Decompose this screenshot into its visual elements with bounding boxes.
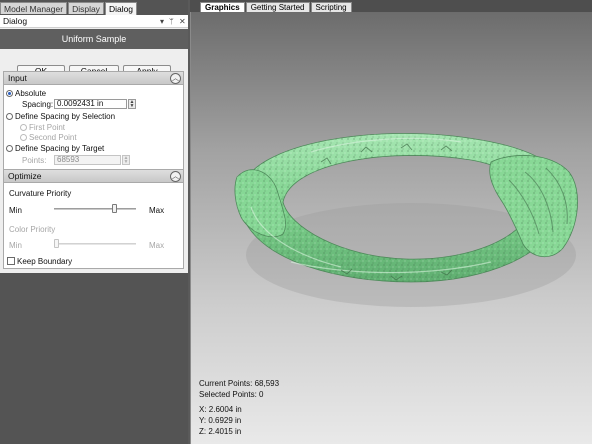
second-point-label: Second Point — [29, 133, 77, 142]
color-max-label: Max — [149, 241, 165, 250]
z-coordinate-readout: Z: 2.4015 in — [199, 427, 242, 436]
collapse-up-icon[interactable]: ︿ — [170, 73, 181, 84]
points-label: Points: — [22, 156, 47, 165]
color-slider-track — [54, 243, 136, 245]
by-selection-label: Define Spacing by Selection — [15, 112, 116, 121]
tab-graphics[interactable]: Graphics — [200, 2, 245, 12]
keep-boundary-checkbox[interactable]: Keep Boundary — [7, 257, 72, 267]
keep-boundary-label: Keep Boundary — [17, 257, 73, 266]
dialog-banner: Uniform Sample — [0, 29, 188, 49]
input-group: Input ︿ Absolute Spacing: 0.0092431 in ▲… — [3, 71, 184, 178]
by-target-label: Define Spacing by Target — [15, 144, 105, 153]
pin-icon[interactable]: ᛘ — [169, 15, 174, 28]
graphics-viewport[interactable]: Current Points: 68,593 Selected Points: … — [190, 12, 592, 444]
spacing-label: Spacing: — [22, 100, 54, 109]
current-points-readout: Current Points: 68,593 — [199, 379, 280, 388]
curvature-slider-track[interactable] — [54, 208, 136, 210]
curvature-slider-thumb[interactable] — [111, 204, 117, 213]
optimize-group: Optimize ︿ Curvature Priority Min Max Co… — [3, 169, 184, 269]
radio-disabled-icon — [20, 124, 27, 131]
dialog-header: Dialog ▾ ᛘ ✕ — [0, 15, 188, 28]
tab-dialog[interactable]: Dialog — [104, 2, 138, 15]
first-point-radio: First Point — [20, 123, 65, 133]
first-point-label: First Point — [29, 123, 66, 132]
absolute-label: Absolute — [15, 89, 47, 98]
checkbox-icon — [7, 257, 15, 265]
x-coordinate-readout: X: 2.6004 in — [199, 405, 242, 414]
selected-points-readout: Selected Points: 0 — [199, 390, 264, 399]
left-panel: Model Manager Display Dialog Dialog ▾ ᛘ … — [0, 0, 188, 444]
tab-getting-started[interactable]: Getting Started — [245, 2, 310, 12]
points-input: 68593 — [54, 155, 121, 165]
y-coordinate-readout: Y: 0.6929 in — [199, 416, 242, 425]
color-min-label: Min — [9, 241, 22, 250]
tab-model-manager[interactable]: Model Manager — [0, 2, 68, 14]
radio-checked-icon — [6, 90, 13, 97]
viewport-tab-bar: Graphics Getting Started Scripting — [200, 2, 353, 12]
radio-disabled-icon — [20, 134, 27, 141]
viewport-area: Graphics Getting Started Scripting Curre… — [190, 0, 592, 444]
curvature-label: Curvature Priority — [9, 189, 72, 198]
input-group-title: Input — [8, 73, 27, 83]
curvature-max-label: Max — [149, 206, 165, 215]
spacing-input[interactable]: 0.0092431 in — [54, 99, 127, 109]
left-tab-bar: Model Manager Display Dialog — [0, 2, 138, 15]
dialog-title: Dialog — [3, 16, 28, 26]
tab-display[interactable]: Display — [68, 2, 104, 14]
radio-unchecked-icon — [6, 145, 13, 152]
close-icon[interactable]: ✕ — [179, 15, 186, 28]
curvature-min-label: Min — [9, 206, 22, 215]
by-target-radio[interactable]: Define Spacing by Target — [6, 144, 104, 154]
dropdown-arrow-icon[interactable]: ▾ — [160, 15, 164, 28]
dialog-panel: Dialog ▾ ᛘ ✕ Uniform Sample OK Cancel Ap… — [0, 15, 188, 273]
color-slider-thumb — [54, 239, 59, 248]
points-spinner: ▲ ▼ — [122, 155, 130, 165]
tab-scripting[interactable]: Scripting — [310, 2, 352, 12]
collapse-up-icon[interactable]: ︿ — [170, 171, 181, 182]
color-priority-label: Color Priority — [9, 225, 56, 234]
by-selection-radio[interactable]: Define Spacing by Selection — [6, 112, 115, 122]
optimize-group-header[interactable]: Optimize ︿ — [4, 170, 183, 183]
absolute-radio[interactable]: Absolute — [6, 89, 46, 99]
input-group-header[interactable]: Input ︿ — [4, 72, 183, 85]
optimize-group-title: Optimize — [8, 171, 42, 181]
second-point-radio: Second Point — [20, 133, 77, 143]
radio-unchecked-icon — [6, 113, 13, 120]
spacing-spinner[interactable]: ▲ ▼ — [128, 99, 136, 109]
